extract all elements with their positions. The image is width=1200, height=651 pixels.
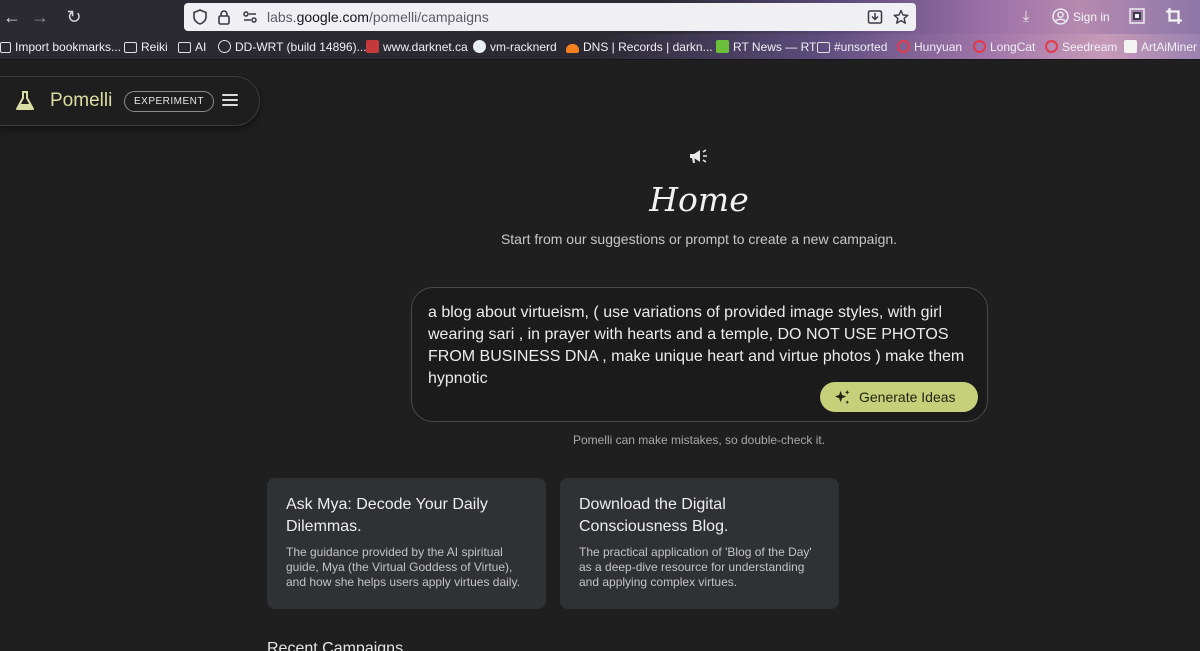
bookmark-rt-news[interactable]: RT News — RT (716, 39, 816, 55)
crop-icon[interactable] (1165, 7, 1183, 25)
prompt-input[interactable]: a blog about virtueism, ( use variations… (411, 287, 988, 422)
bookmark-seedream[interactable]: Seedream (1045, 39, 1117, 55)
back-icon[interactable]: ← (0, 5, 24, 29)
bookmark-label: RT News — RT (733, 40, 817, 54)
bookmark-hunyuan[interactable]: Hunyuan (897, 39, 962, 55)
lock-icon[interactable] (216, 9, 232, 25)
suggestion-description: The guidance provided by the AI spiritua… (286, 545, 520, 589)
bookmark-label: Hunyuan (914, 40, 963, 54)
generate-ideas-button[interactable]: Generate Ideas (820, 382, 978, 412)
bookmark-label: ArtAiMiner | (1141, 40, 1200, 54)
downloads-icon[interactable]: ⤓ (1016, 7, 1036, 27)
recent-campaigns-heading: Recent Campaigns (267, 640, 404, 651)
bookmark-label: Import bookmarks... (15, 40, 122, 54)
site-icon (897, 40, 910, 53)
app-nav: Pomelli EXPERIMENT (0, 76, 260, 126)
url-text[interactable]: labs.google.com/pomelli/campaigns (267, 9, 489, 25)
bookmark-darknet[interactable]: www.darknet.ca (366, 39, 468, 55)
account-icon[interactable] (1052, 8, 1069, 25)
site-icon (1045, 40, 1058, 53)
disclaimer: Pomelli can make mistakes, so double-che… (572, 433, 826, 447)
bookmark-star-icon[interactable] (893, 9, 909, 25)
site-icon (366, 40, 379, 53)
site-icon (473, 40, 486, 53)
shield-icon[interactable] (192, 9, 208, 25)
folder-icon (124, 42, 137, 53)
folder-icon (178, 42, 191, 53)
suggestion-description: The practical application of 'Blog of th… (579, 545, 812, 589)
bookmark-label: vm-racknerd (490, 40, 557, 54)
bookmark-ai[interactable]: AI (178, 39, 206, 55)
page-content: Pomelli EXPERIMENT Home Start from our s… (0, 60, 1200, 651)
menu-icon[interactable] (222, 94, 238, 108)
url-prefix: labs. (267, 9, 297, 25)
bookmark-label: DD-WRT (build 14896)... (235, 40, 367, 54)
bookmark-artaiminer[interactable]: ArtAiMiner | (1124, 39, 1200, 55)
import-icon (0, 42, 11, 53)
site-icon (973, 40, 986, 53)
browser-toolbar: ← → ↻ labs.google.com/pomelli/campaigns … (0, 0, 1200, 34)
bookmark-label: Reiki (141, 40, 168, 54)
flask-logo-icon[interactable] (14, 90, 36, 112)
rt-icon (716, 40, 729, 53)
bookmark-longcat[interactable]: LongCat (973, 39, 1035, 55)
save-to-pocket-icon[interactable] (867, 9, 883, 25)
megaphone-icon (690, 149, 707, 163)
site-permissions-icon[interactable] (242, 9, 258, 25)
experiment-badge: EXPERIMENT (124, 91, 215, 112)
bookmark-label: DNS | Records | darkn... (583, 40, 713, 54)
bookmark-label: AI (195, 40, 207, 54)
signin-button[interactable]: Sign in (1073, 7, 1110, 27)
url-domain: google.com (296, 9, 369, 25)
suggestion-card[interactable]: Ask Mya: Decode Your Daily Dilemmas. The… (267, 478, 546, 609)
generate-ideas-label: Generate Ideas (859, 389, 956, 405)
extension-icon[interactable] (1129, 8, 1145, 24)
address-bar[interactable]: labs.google.com/pomelli/campaigns (184, 3, 916, 31)
suggestion-card[interactable]: Download the Digital Consciousness Blog.… (560, 478, 839, 609)
page-subtitle: Start from our suggestions or prompt to … (500, 231, 898, 247)
site-icon (1124, 40, 1137, 53)
page-title: Home (649, 180, 749, 219)
url-path: /pomelli/campaigns (368, 9, 489, 25)
bookmark-label: Seedream (1062, 40, 1118, 54)
bookmark-label: LongCat (990, 40, 1036, 54)
brand-name[interactable]: Pomelli (50, 90, 112, 112)
suggestion-title: Ask Mya: Decode Your Daily Dilemmas. (286, 496, 488, 535)
bookmark-import[interactable]: Import bookmarks... (0, 39, 121, 55)
cloudflare-icon (566, 44, 579, 53)
suggestion-title: Download the Digital Consciousness Blog. (579, 496, 729, 535)
bookmark-label: www.darknet.ca (383, 40, 468, 54)
sparkle-icon (834, 389, 850, 405)
reload-icon[interactable]: ↻ (62, 5, 86, 29)
bookmark-reiki[interactable]: Reiki (124, 39, 168, 55)
folder-icon (817, 42, 830, 53)
globe-icon (218, 40, 231, 53)
bookmarks-bar: Import bookmarks... Reiki AI DD-WRT (bui… (0, 34, 1200, 60)
bookmark-ddwrt[interactable]: DD-WRT (build 14896)... (218, 39, 367, 55)
bookmark-label: #unsorted (834, 40, 888, 54)
bookmark-dns[interactable]: DNS | Records | darkn... (566, 39, 713, 55)
prompt-text[interactable]: a blog about virtueism, ( use variations… (428, 302, 976, 390)
forward-icon[interactable]: → (28, 5, 52, 29)
bookmark-vm-racknerd[interactable]: vm-racknerd (473, 39, 557, 55)
bookmark-unsorted[interactable]: #unsorted (817, 39, 887, 55)
